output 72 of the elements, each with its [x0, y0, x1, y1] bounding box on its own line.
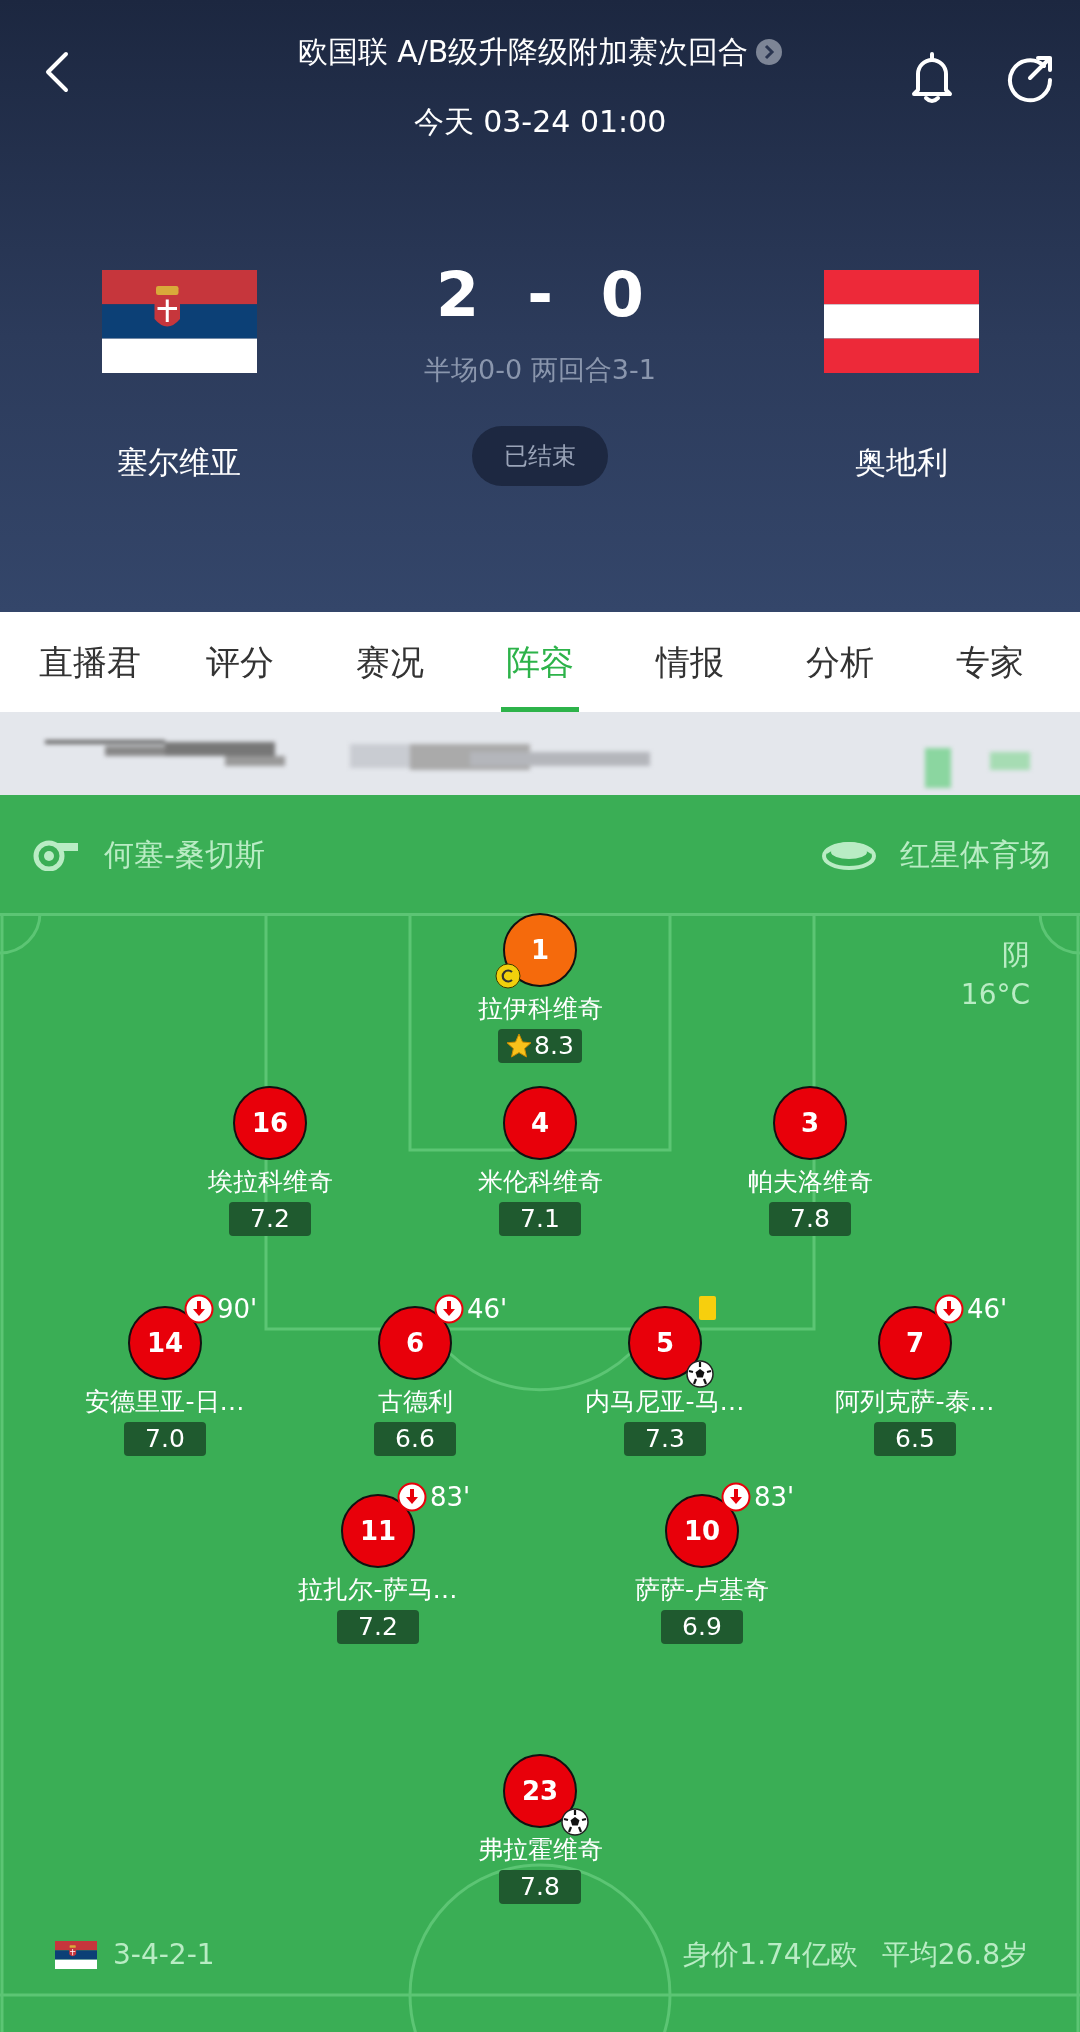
substitution-minute: 46' [467, 1294, 508, 1324]
average-age-text: 平均26.8岁 [881, 1937, 1028, 1973]
chevron-right-icon[interactable] [756, 39, 783, 65]
team-name[interactable]: 奥地利 [746, 440, 1056, 484]
rating-badge: 6.5 [874, 1422, 956, 1456]
player-number[interactable]: 5 [628, 1306, 702, 1380]
score-separator: - [527, 257, 553, 333]
match-datetime: 今天 03-24 01:00 [412, 103, 668, 141]
player-name: 古德利 [377, 1386, 453, 1418]
player-name: 阿列克萨-泰… [835, 1386, 995, 1418]
player-number[interactable]: 4 [503, 1086, 577, 1160]
tab[interactable]: 情报 [615, 612, 765, 712]
tab[interactable]: 专家 [915, 612, 1065, 712]
rating-badge: 7.8 [769, 1202, 851, 1236]
tab[interactable]: 直播君 [15, 612, 165, 712]
player-name: 内马尼亚-马… [585, 1386, 745, 1418]
substitution-icon [934, 1294, 964, 1324]
rating-badge: 6.6 [374, 1422, 456, 1456]
rating-badge: 7.3 [624, 1422, 706, 1456]
rating-badge: 7.0 [124, 1422, 206, 1456]
score-text: 0 [600, 257, 644, 333]
player-number[interactable]: 6 [378, 1306, 452, 1380]
team-name[interactable]: 塞尔维亚 [24, 440, 334, 484]
rating-badge: 7.1 [499, 1202, 581, 1236]
flag-icon [55, 1941, 97, 1969]
tab[interactable]: 阵容 [465, 612, 615, 712]
substitution-minute: 90' [217, 1294, 258, 1324]
player-name: 埃拉科维奇 [207, 1166, 333, 1198]
status-badge: 已结束 [472, 426, 608, 486]
formation-text: 3-4-2-1 [113, 1937, 215, 1973]
player-number[interactable]: 10 [665, 1494, 739, 1568]
player-number[interactable]: 11 [341, 1494, 415, 1568]
rating-badge: 7.2 [229, 1202, 311, 1236]
score-detail: 半场0-0 两回合3-1 [423, 353, 657, 387]
rating-badge: 7.2 [337, 1610, 419, 1644]
rating-badge: 7.8 [499, 1870, 581, 1904]
player-name: 拉伊科维奇 [477, 993, 603, 1025]
weather-text: 阴 [1001, 937, 1030, 973]
substitution-icon [721, 1482, 751, 1512]
stadium-name: 红星体育场 [900, 835, 1050, 874]
substitution-icon [184, 1294, 214, 1324]
star-icon [506, 1033, 533, 1059]
referee-name: 何塞-桑切斯 [104, 835, 265, 874]
player-number[interactable]: 14 [128, 1306, 202, 1380]
player-number[interactable]: 3 [773, 1086, 847, 1160]
flag-icon [823, 270, 979, 373]
rating-badge: 8.3 [498, 1029, 582, 1063]
back-icon[interactable] [44, 50, 70, 94]
player-name: 帕夫洛维奇 [747, 1166, 873, 1198]
player-name: 拉扎尔-萨马… [298, 1574, 458, 1606]
rating-badge: 6.9 [661, 1610, 743, 1644]
substitution-minute: 83' [754, 1482, 795, 1512]
player-number[interactable]: 23 [503, 1754, 577, 1828]
substitution-icon [434, 1294, 464, 1324]
substitution-icon [397, 1482, 427, 1512]
player-name: 安德里亚-日… [85, 1386, 245, 1418]
tab[interactable]: 赛况 [315, 612, 465, 712]
substitution-minute: 46' [967, 1294, 1008, 1324]
score-text: 2 [436, 257, 480, 333]
substitution-minute: 83' [430, 1482, 471, 1512]
flag-icon [101, 270, 257, 373]
tab[interactable]: 评分 [165, 612, 315, 712]
market-value-text: 身价1.74亿欧 [683, 1937, 858, 1973]
player-number[interactable]: 16 [233, 1086, 307, 1160]
player-name: 米伦科维奇 [477, 1166, 603, 1198]
player-name: 弗拉霍维奇 [477, 1834, 603, 1866]
competition-title[interactable]: 欧国联 A/B级升降级附加赛次回合 [297, 30, 749, 74]
player-name: 萨萨-卢基奇 [635, 1574, 769, 1606]
tab[interactable]: 分析 [765, 612, 915, 712]
temperature-text: 16°C [960, 977, 1030, 1013]
player-number[interactable]: 7 [878, 1306, 952, 1380]
player-number[interactable]: 1 [503, 913, 577, 987]
